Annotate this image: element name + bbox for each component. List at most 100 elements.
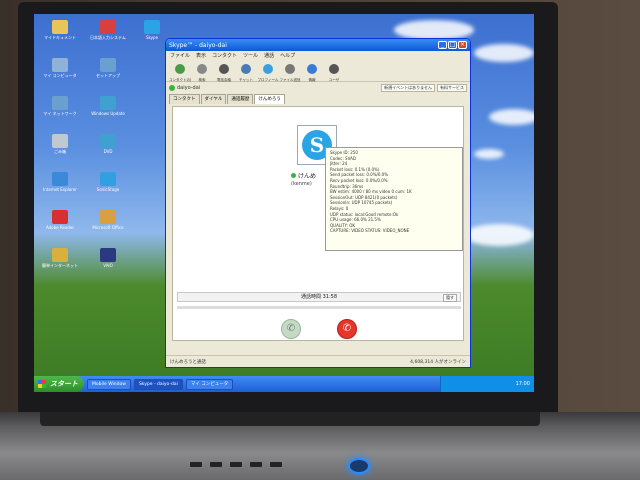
desktop-icon[interactable]: DVD: [86, 134, 130, 168]
desktop-icon-label: マイ コンピュータ: [43, 73, 77, 78]
desktop-icon-glyph: [52, 134, 68, 148]
status-led: [190, 462, 202, 467]
window-statusbar: けんめろうと通話 4,608,314 人がオンライン: [166, 355, 470, 367]
toolbar-icon: [307, 63, 317, 74]
tab[interactable]: けんめろう: [254, 94, 285, 104]
contact-status-icon: [291, 173, 296, 178]
desktop-icon[interactable]: SonicStage: [86, 172, 130, 206]
taskbar-task-button[interactable]: Skype - daiyo-dai: [133, 378, 183, 390]
status-led: [250, 462, 262, 467]
desktop-icon-glyph: [100, 248, 116, 262]
call-time-bar: 通話時間 31:58 隠す: [177, 292, 461, 302]
system-tray: 17:00: [440, 376, 534, 392]
taskbar-task-button[interactable]: Mobile Window: [87, 378, 131, 390]
desktop-icon[interactable]: Windows Update: [86, 96, 130, 130]
toolbar-label: コンタクトの追加: [169, 77, 191, 82]
desktop-icon-glyph: [52, 58, 68, 72]
desktop-icon-label: 日本語入力システム: [90, 35, 126, 40]
toolbar-icon: [219, 63, 229, 74]
hide-button[interactable]: 隠す: [443, 294, 457, 302]
toolbar-button[interactable]: プロフィール: [257, 59, 279, 83]
toolbar-button[interactable]: 情報: [301, 59, 323, 83]
desktop-icon-glyph: [52, 172, 68, 186]
toolbar-label: 情報: [308, 77, 316, 82]
contact-subtitle: (kenme): [291, 181, 312, 187]
toolbar-button[interactable]: チャット: [235, 59, 257, 83]
tab[interactable]: 通話履歴: [227, 94, 254, 104]
volume-slider[interactable]: [177, 306, 461, 309]
status-row: daiyo-dai 新規イベントはありません 有料サービス: [166, 82, 470, 94]
clock: 17:00: [515, 381, 530, 387]
statusbar-left: けんめろうと通話: [170, 359, 206, 365]
laptop-screen: マイドキュメント マイ コンピュータ マイ ネットワーク ごみ箱 Internet Ex…: [34, 14, 534, 392]
laptop-hinge: [40, 412, 540, 426]
call-time-label: 通話時間 31:58: [301, 294, 337, 300]
call-panel: S けんめ (kenme) Skype ID: 250 Codec: SVAD Ji…: [172, 106, 464, 341]
hangup-button[interactable]: ✆: [337, 319, 357, 339]
desktop-icon[interactable]: VAIO: [86, 248, 130, 282]
status-led: [270, 462, 282, 467]
power-button[interactable]: [348, 458, 370, 474]
cloud: [474, 44, 534, 62]
toolbar-icon: [285, 63, 295, 74]
desktop-icon-label: Microsoft Office: [92, 225, 124, 230]
taskbar-task-button[interactable]: マイ コンピュータ: [185, 378, 234, 390]
toolbar-label: 検索: [198, 77, 206, 82]
tech-info-line: CAPTURE: VIDEO STATUS: VIDEO_NONE: [330, 228, 410, 234]
desktop-icon[interactable]: 日本語入力システム: [86, 20, 130, 54]
close-button[interactable]: ×: [458, 41, 467, 49]
desktop-icon[interactable]: Internet Explorer: [38, 172, 82, 206]
desktop-icon-glyph: [52, 248, 68, 262]
desktop-icon[interactable]: 簡単インターネット: [38, 248, 82, 282]
desktop-icon-label: マイドキュメント: [44, 35, 76, 40]
desktop-icon-glyph: [100, 20, 116, 34]
toolbar-button[interactable]: 検索: [191, 59, 213, 83]
toolbar-button[interactable]: ファイル送信: [279, 59, 301, 83]
start-label: スタート: [50, 380, 78, 388]
desktop-icon[interactable]: Adobe Reader: [38, 210, 82, 244]
desktop-icon[interactable]: マイ ネットワーク: [38, 96, 82, 130]
toolbar-button[interactable]: 電話会議: [213, 59, 235, 83]
desktop-icon-label: 簡単インターネット: [42, 263, 78, 268]
desktop-icon-glyph: [52, 210, 68, 224]
laptop-base: [0, 412, 640, 480]
toolbar-button[interactable]: コンタクトの追加: [169, 59, 191, 83]
desktop-icon-label: セットアップ: [96, 73, 120, 78]
maximize-button[interactable]: □: [448, 41, 457, 49]
desktop-icon[interactable]: マイ コンピュータ: [38, 58, 82, 92]
toolbar-icon: [241, 63, 251, 74]
toolbar-button[interactable]: ユーザ: [323, 59, 345, 83]
toolbar-icon: [329, 63, 339, 74]
desktop-icon-label: DVD: [103, 149, 113, 154]
username: daiyo-dai: [177, 85, 201, 91]
toolbar-icon: [175, 63, 185, 74]
desktop-icon-label: Adobe Reader: [45, 225, 75, 230]
start-button[interactable]: スタート: [34, 376, 84, 392]
desktop-icon[interactable]: ごみ箱: [38, 134, 82, 168]
status-led: [210, 462, 222, 467]
desktop-icon-glyph: [100, 58, 116, 72]
events-pill[interactable]: 新規イベントはありません: [381, 84, 435, 92]
title-bar[interactable]: Skype™ - daiyo-dai _ □ ×: [166, 39, 470, 51]
technical-info-tooltip: Skype ID: 250 Codec: SVAD Jitter: 24 Packet…: [325, 147, 463, 251]
desktop-icon-label: マイ ネットワーク: [43, 111, 77, 116]
desktop-icon-label: SonicStage: [96, 187, 120, 192]
tab-strip: コンタクト ダイヤル 通話履歴 けんめろう: [166, 94, 470, 104]
toolbar-label: 電話会議: [217, 77, 231, 82]
cloud: [474, 149, 504, 159]
services-pill[interactable]: 有料サービス: [437, 84, 467, 92]
desktop-icon[interactable]: セットアップ: [86, 58, 130, 92]
toolbar: コンタクトの追加 検索 電話会議 チャットプロフィールファイル送信 情報 ユーザ: [166, 60, 470, 82]
call-button[interactable]: ✆: [281, 319, 301, 339]
toolbar-label: ユーザ: [328, 77, 340, 82]
tab[interactable]: コンタクト: [169, 94, 200, 104]
tab[interactable]: ダイヤル: [200, 94, 227, 104]
desktop-icon[interactable]: マイドキュメント: [38, 20, 82, 54]
desktop-icon-glyph: [100, 210, 116, 224]
desktop-icon-label: Internet Explorer: [43, 187, 77, 192]
minimize-button[interactable]: _: [438, 41, 447, 49]
cloud: [394, 20, 474, 40]
online-status-icon[interactable]: [169, 85, 175, 91]
skype-window[interactable]: Skype™ - daiyo-dai _ □ × ファイル 表示 コンタクト ツール通…: [165, 38, 471, 368]
desktop-icon[interactable]: Microsoft Office: [86, 210, 130, 244]
